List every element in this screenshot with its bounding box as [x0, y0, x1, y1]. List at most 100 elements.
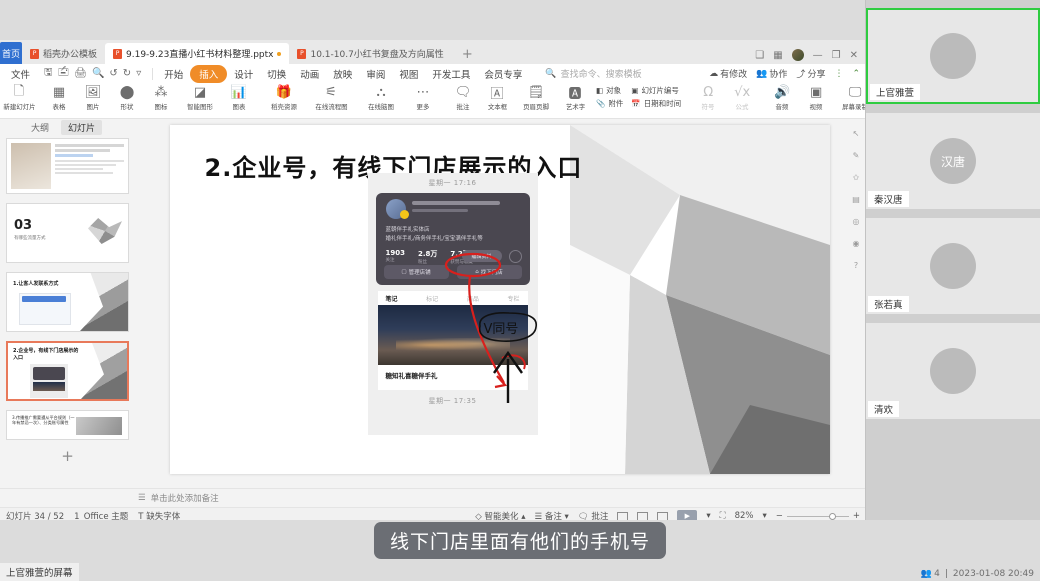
menu-item-view[interactable]: 视图 — [392, 67, 425, 81]
new-tab-button[interactable]: + — [452, 47, 483, 64]
current-slide[interactable]: 2.企业号，有线下门店展示的入口 星期一 17:16 蓝朝伴手礼实体店 婚礼伴手… — [169, 125, 830, 474]
ribbon-chart[interactable]: 📊 图表 — [222, 84, 256, 112]
tab-marks: 标记 — [426, 296, 439, 303]
share-button[interactable]: ⤴ 分享 — [796, 67, 825, 80]
profile-card: 蓝朝伴手礼实体店 婚礼伴手礼/商务伴手礼/宝宝满伴手礼等 1903 关注 2.8… — [375, 193, 530, 285]
ribbon-new-slide[interactable]: 🗋 新建幻灯片 — [2, 84, 36, 112]
add-slide-button[interactable]: + — [6, 449, 129, 464]
menu-item-member[interactable]: 会员专享 — [477, 67, 529, 81]
ribbon-datetime[interactable]: 📅 日期和时间 — [631, 98, 681, 109]
tab-active-pptx[interactable]: 9.19-9.23直播小红书材料整理.pptx — [105, 43, 290, 64]
ribbon-table[interactable]: ▦ 表格 — [42, 84, 76, 112]
minimize-button[interactable]: — — [813, 50, 823, 61]
print-preview-icon[interactable]: 🔍 — [92, 68, 104, 79]
ribbon-textbox[interactable]: 🄰 文本框 — [480, 84, 514, 112]
tab-columns: 专栏 — [507, 296, 520, 303]
menu-item-transition[interactable]: 切换 — [260, 67, 293, 81]
highlight-icon[interactable]: ✩ — [850, 171, 863, 184]
ribbon-symbol[interactable]: Ω 符号 — [691, 84, 725, 112]
tab-slides[interactable]: 幻灯片 — [61, 120, 103, 135]
thumbnail-slide-5[interactable]: 3.传播推广需要遵从平台规则（一年有禁忌一次）、分类账号属性 — [6, 410, 129, 440]
ribbon-label: 图表 — [232, 103, 246, 111]
ribbon-audio[interactable]: 🔊 音频 — [765, 84, 799, 112]
home-tab[interactable]: 首页 — [0, 42, 22, 64]
help-icon[interactable]: ? — [850, 259, 863, 272]
ribbon-mindmap[interactable]: ⛬ 在线脑图 — [356, 84, 406, 112]
menu-item-animation[interactable]: 动画 — [293, 67, 326, 81]
collaborate-button[interactable]: 👥 协作 — [756, 67, 787, 81]
ribbon-formula[interactable]: √x 公式 — [725, 84, 759, 112]
ribbon-label: 屏幕录制 — [842, 103, 866, 111]
menu-item-developer[interactable]: 开发工具 — [425, 67, 477, 81]
ribbon-comment[interactable]: 🗨 批注 — [446, 84, 480, 112]
participant-tile-2[interactable]: 汉唐 秦汉唐 — [866, 113, 1040, 209]
cloud-status[interactable]: ☁ 有修改 — [709, 67, 747, 81]
menu-item-insert[interactable]: 插入 — [190, 64, 228, 83]
thumbnail-list[interactable]: 03 有哪些流量方式 1.让客人发联系方式 2.企业号，有线下门店展示的入口 3… — [0, 136, 133, 488]
formula-icon: √x — [734, 85, 751, 100]
redo-icon[interactable]: ↻ — [123, 68, 131, 79]
user-avatar[interactable] — [791, 49, 804, 61]
restore-button[interactable]: ❐ — [832, 50, 841, 61]
notes-bar[interactable]: ☰ 单击此处添加备注 — [0, 488, 866, 507]
menu-item-review[interactable]: 审阅 — [359, 67, 392, 81]
zoom-knob[interactable] — [828, 512, 836, 520]
ribbon-header-footer[interactable]: 🗒 页眉页脚 — [514, 84, 558, 112]
collapse-ribbon-icon[interactable]: ⌃ — [852, 69, 860, 79]
thumb-title: 2.企业号，有线下门店展示的入口 — [13, 348, 79, 361]
search-box[interactable]: 🔍 查找命令、搜索模板 — [545, 67, 641, 81]
participant-tile-4[interactable]: 清欢 — [866, 323, 1040, 419]
menu-file[interactable]: 文件 — [4, 67, 37, 81]
laser-icon[interactable]: ◉ — [850, 237, 863, 250]
customize-qat-icon[interactable]: ▿ — [136, 68, 141, 79]
ribbon-flowchart[interactable]: ⚟ 在线流程图 — [306, 84, 356, 112]
save-as-icon[interactable]: 🖆 — [58, 65, 70, 82]
undo-icon[interactable]: ↺ — [109, 68, 117, 79]
thumb-title: 1.让客人发联系方式 — [13, 281, 59, 287]
save-icon[interactable]: 🖫 — [44, 65, 53, 82]
ribbon-more[interactable]: ⋯ 更多 — [406, 84, 440, 112]
annotation-text: V同号 — [483, 322, 519, 337]
cloud-icon: ☁ — [709, 68, 719, 79]
print-icon[interactable]: 🖨 — [74, 68, 87, 79]
thumbnail-slide-2[interactable]: 03 有哪些流量方式 — [6, 203, 129, 263]
ribbon-slide-number[interactable]: ▣ 幻灯片编号 — [631, 85, 681, 96]
ribbon-picture[interactable]: 🖼 图片 — [76, 84, 110, 112]
menu-item-start[interactable]: 开始 — [157, 67, 190, 81]
tab-outline[interactable]: 大纲 — [31, 121, 49, 134]
more-options-icon[interactable]: ⋮ — [834, 69, 843, 79]
ribbon-screen-record[interactable]: 🖵 屏幕录制 — [833, 84, 866, 112]
thumbnail-slide-3[interactable]: 1.让客人发联系方式 — [6, 272, 129, 332]
menu-item-slideshow[interactable]: 放映 — [326, 67, 359, 81]
ribbon-docer[interactable]: 🎁 稻壳资源 — [262, 84, 306, 112]
tab-second-pptx[interactable]: 10.1-10.7小红书复盘及方向属性 — [289, 43, 451, 64]
thumbnail-slide-4[interactable]: 2.企业号，有线下门店展示的入口 — [6, 341, 129, 401]
share-icon: ⤴ — [796, 70, 806, 80]
zoom-track[interactable] — [786, 512, 849, 520]
participant-tile-1[interactable]: 上官雅萱 — [866, 8, 1040, 104]
ribbon-shape[interactable]: ⬤ 形状 — [110, 84, 144, 112]
pen-icon[interactable]: ✎ — [850, 149, 863, 162]
ribbon-label: 幻灯片编号 — [641, 86, 679, 95]
menu-item-design[interactable]: 设计 — [227, 67, 260, 81]
ribbon-icons[interactable]: ⁂ 图标 — [144, 84, 178, 112]
pptx-file-icon — [297, 48, 307, 59]
eraser-icon[interactable]: ▤ — [850, 193, 863, 206]
thumbnail-slide-1[interactable] — [6, 138, 129, 194]
ribbon-wordart[interactable]: 🅰 艺术字 — [558, 84, 592, 112]
ribbon-video[interactable]: ▣ 视频 — [799, 84, 833, 112]
shape-tool-icon[interactable]: ◎ — [850, 215, 863, 228]
grid-view-icon[interactable]: ▦ — [773, 50, 782, 61]
close-button[interactable]: ✕ — [850, 50, 858, 61]
split-view-icon[interactable]: ❑ — [755, 50, 764, 61]
select-icon[interactable]: ↖ — [850, 127, 863, 140]
profile-name-placeholder — [411, 201, 500, 205]
participant-count[interactable]: 👥 4 — [921, 569, 940, 579]
participant-tile-3[interactable]: 张若真 — [866, 218, 1040, 314]
notes-placeholder-wrap[interactable]: ☰ 单击此处添加备注 — [138, 492, 219, 504]
tab-docer-template[interactable]: 稻壳办公模板 — [22, 43, 105, 64]
ribbon-attachment[interactable]: 📎 附件 — [596, 98, 623, 109]
ribbon-label: 图片 — [86, 103, 100, 111]
ribbon-smartart[interactable]: ◪ 智能图形 — [178, 84, 222, 112]
ribbon-object[interactable]: ◧ 对象 — [596, 85, 623, 96]
